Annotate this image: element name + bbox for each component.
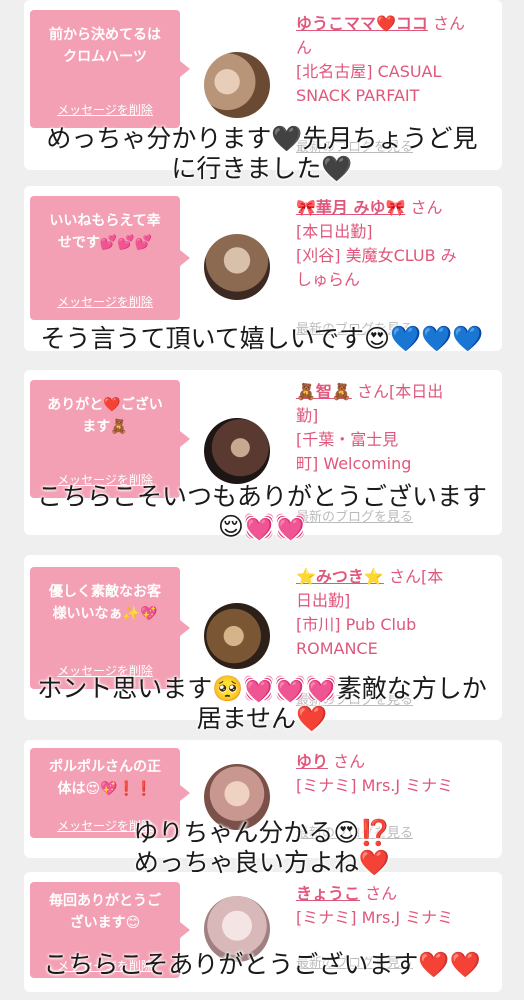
cast-name-link[interactable]: ゆうこママ❤️ココ [296, 14, 428, 33]
message-text: ありがと❤️ござい [47, 397, 163, 413]
cast-info: きょうこ さん [ミナミ] Mrs.J ミナミ [296, 882, 496, 930]
shop-line: しゅらん [296, 270, 361, 289]
delete-message-link[interactable]: メッセージを削除 [30, 101, 180, 118]
message-bubble: ありがと❤️ござい ます🧸 メッセージを削除 [30, 380, 190, 498]
avatar[interactable] [204, 603, 270, 669]
message-bubble: 優しく素敵なお客 様いいなぁ✨💖 メッセージを削除 [30, 567, 190, 689]
message-text: 様いいなぁ✨💖 [52, 606, 158, 622]
shop-line: [刈谷] 美魔女CLUB み [296, 246, 457, 265]
cast-info: ⭐️みつき⭐️ さん[本 日出勤] [市川] Pub Club ROMANCE [296, 565, 496, 661]
honorific-cont: ん [296, 38, 313, 57]
message-text: 体は😍💖❗️❗️ [57, 781, 153, 797]
shop-line: [北名古屋] CASUAL [296, 62, 442, 81]
caption-line: ゆりちゃん分かる😍⁉️ [133, 818, 391, 847]
cast-info: 🧸智🧸 さん[本日出 勤] [千葉・富士見 町] Welcoming [296, 380, 496, 476]
cast-info: ゆり さん [ミナミ] Mrs.J ミナミ [296, 750, 496, 798]
caption-line: 居ません❤️ [196, 704, 328, 733]
message-bubble: いいねもらえて幸 せです💕💕💕 メッセージを削除 [30, 196, 190, 320]
shop-line: SNACK PARFAIT [296, 86, 420, 105]
caption-line: ホント思います🥺💓💓💓素敵な方しか [37, 674, 487, 703]
message-text: ます🧸 [82, 419, 128, 435]
message-text: いいねもらえて幸 [49, 213, 161, 229]
caption-line: こちらこそいつもありがとうございます [36, 482, 487, 511]
cast-name-link[interactable]: 🧸智🧸 [296, 382, 352, 401]
caption-line: そう言うて頂いて嬉しいです😍💙💙💙 [40, 324, 484, 353]
shop-line: 勤] [296, 406, 319, 425]
cast-info: 🎀華月 みゆ🎀 さん [本日出勤] [刈谷] 美魔女CLUB み しゅらん [296, 196, 496, 292]
shop-line: [本日出勤] [296, 222, 373, 241]
honorific: さん[本 [388, 567, 444, 586]
message-text: ポルポルさんの正 [49, 759, 161, 775]
message-text: 優しく素敵なお客 [49, 584, 161, 600]
cast-name-link[interactable]: きょうこ [296, 884, 360, 903]
shop-line: [ミナミ] Mrs.J ミナミ [296, 776, 454, 795]
honorific: さん [410, 198, 443, 217]
message-text: 毎回ありがとうご [49, 893, 161, 909]
honorific: さん[本日出 [356, 382, 444, 401]
cast-name-link[interactable]: ⭐️みつき⭐️ [296, 567, 384, 586]
message-text: ざいます😊 [69, 915, 141, 931]
honorific: さん [365, 884, 398, 903]
caption-line: に行きました🖤 [171, 154, 353, 183]
caption-overlay: こちらこそありがとうございます❤️❤️ [0, 950, 524, 980]
caption-line: こちらこそありがとうございます❤️❤️ [43, 950, 481, 979]
avatar[interactable] [204, 234, 270, 300]
cast-name-link[interactable]: 🎀華月 みゆ🎀 [296, 198, 405, 217]
shop-line: ROMANCE [296, 639, 378, 658]
cast-name-link[interactable]: ゆり [296, 752, 328, 771]
caption-overlay: ホント思います🥺💓💓💓素敵な方しか 居ません❤️ [0, 674, 524, 734]
honorific: さん [333, 752, 366, 771]
shop-line: [市川] Pub Club [296, 615, 417, 634]
avatar[interactable] [204, 52, 270, 118]
shop-line: [ミナミ] Mrs.J ミナミ [296, 908, 454, 927]
caption-overlay: ゆりちゃん分かる😍⁉️ めっちゃ良い方よね❤️ [0, 818, 524, 878]
caption-line: めっちゃ良い方よね❤️ [133, 848, 391, 877]
shop-line: 町] Welcoming [296, 454, 412, 473]
cast-info: ゆうこママ❤️ココ さん ん [北名古屋] CASUAL SNACK PARFA… [296, 12, 496, 108]
caption-overlay: そう言うて頂いて嬉しいです😍💙💙💙 [0, 324, 524, 354]
delete-message-link[interactable]: メッセージを削除 [30, 293, 180, 310]
caption-line: 😌💓💓 [217, 512, 307, 541]
caption-line: めっちゃ分かります🖤先月ちょうど見 [46, 124, 478, 153]
message-text: クロムハーツ [63, 49, 147, 65]
message-text: せです💕💕💕 [57, 235, 153, 251]
avatar[interactable] [204, 418, 270, 484]
shop-line: [千葉・富士見 [296, 430, 399, 449]
message-bubble: 前から決めてるは クロムハーツ メッセージを削除 [30, 10, 190, 128]
shop-line: 日出勤] [296, 591, 351, 610]
honorific: さん [433, 14, 466, 33]
caption-overlay: こちらこそいつもありがとうございます 😌💓💓 [0, 482, 524, 542]
message-text: 前から決めてるは [49, 27, 161, 43]
caption-overlay: めっちゃ分かります🖤先月ちょうど見 に行きました🖤 [0, 124, 524, 184]
